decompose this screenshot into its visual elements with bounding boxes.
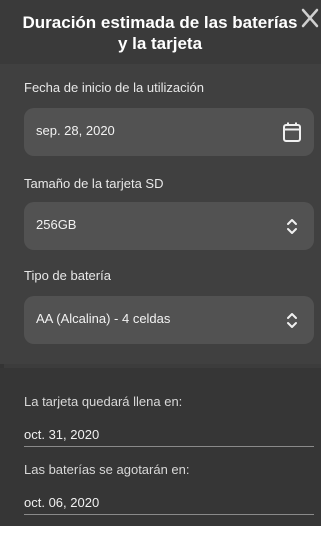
battery-type-select[interactable]: AA (Alcalina) - 4 celdas [24, 296, 314, 344]
battery-empty-value: oct. 06, 2020 [24, 495, 314, 515]
estimate-dialog: Duración estimada de las baterías y la t… [0, 0, 321, 526]
start-date-label: Fecha de inicio de la utilización [24, 80, 204, 95]
close-icon [301, 8, 319, 28]
close-button[interactable] [299, 6, 321, 30]
battery-empty-label: Las baterías se agotarán en: [24, 462, 190, 477]
start-date-field[interactable]: sep. 28, 2020 [24, 108, 314, 156]
start-date-value: sep. 28, 2020 [36, 123, 115, 138]
card-full-label: La tarjeta quedará llena en: [24, 394, 183, 409]
card-full-value: oct. 31, 2020 [24, 427, 314, 447]
sd-size-label: Tamaño de la tarjeta SD [24, 176, 164, 191]
settings-form: Fecha de inicio de la utilización sep. 2… [0, 64, 321, 364]
chevron-updown-icon [282, 308, 302, 332]
results-section: La tarjeta quedará llena en: oct. 31, 20… [0, 368, 321, 526]
battery-type-label: Tipo de batería [24, 268, 111, 283]
dialog-title: Duración estimada de las baterías y la t… [22, 13, 298, 53]
battery-type-value: AA (Alcalina) - 4 celdas [36, 311, 171, 326]
calendar-icon[interactable] [282, 120, 302, 144]
dialog-header: Duración estimada de las baterías y la t… [0, 0, 321, 64]
sd-size-value: 256GB [36, 217, 77, 232]
sd-size-select[interactable]: 256GB [24, 202, 314, 250]
chevron-updown-icon [282, 214, 302, 238]
